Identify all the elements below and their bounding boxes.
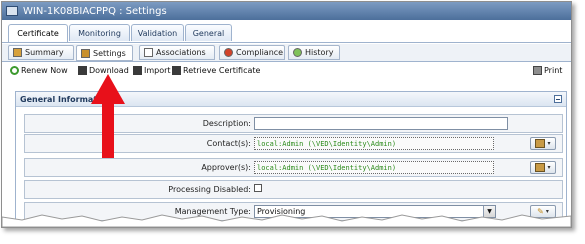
- history-icon: [293, 48, 302, 57]
- contacts-label: Contact(s):: [206, 139, 251, 148]
- tab-associations-label: Associations: [156, 48, 206, 57]
- import-icon: [133, 66, 142, 75]
- tab-general[interactable]: General: [185, 24, 232, 41]
- settings-icon: [81, 48, 90, 58]
- import-label: Import: [144, 66, 171, 75]
- approvers-row: Approver(s): local:Admin (\VED\Identity\…: [24, 158, 563, 177]
- tab-history[interactable]: History: [288, 45, 340, 60]
- window-icon: [6, 6, 18, 16]
- chevron-down-icon: ▾: [547, 164, 551, 171]
- compliance-icon: [224, 48, 233, 57]
- processing-disabled-checkbox[interactable]: [254, 184, 262, 192]
- processing-disabled-row: Processing Disabled:: [24, 180, 563, 199]
- tab-monitoring[interactable]: Monitoring: [69, 24, 130, 41]
- annotation-arrow-icon: [91, 74, 125, 158]
- download-icon: [78, 66, 87, 75]
- retrieve-certificate-button[interactable]: Retrieve Certificate: [172, 64, 260, 77]
- tab-certificate[interactable]: Certificate: [8, 24, 68, 42]
- import-button[interactable]: Import: [133, 64, 171, 77]
- tab-settings[interactable]: Settings: [76, 45, 133, 61]
- tab-summary[interactable]: Summary: [8, 45, 74, 60]
- associations-icon: [144, 48, 153, 57]
- description-label: Description:: [202, 119, 251, 128]
- print-button[interactable]: Print: [533, 64, 562, 77]
- user-picker-icon: [535, 163, 546, 172]
- contacts-picker-button[interactable]: ▾: [530, 137, 556, 150]
- printer-icon: [533, 66, 542, 75]
- renew-now-label: Renew Now: [21, 66, 68, 75]
- summary-icon: [13, 48, 22, 57]
- chevron-down-icon: ▾: [547, 140, 551, 147]
- refresh-icon: [10, 66, 19, 75]
- tab-summary-label: Summary: [25, 48, 64, 57]
- retrieve-certificate-icon: [172, 66, 181, 75]
- tab-associations[interactable]: Associations: [139, 45, 215, 60]
- tab-settings-label: Settings: [93, 48, 126, 58]
- user-picker-icon: [535, 139, 546, 148]
- secondary-tab-bar: Summary Settings Associations Compliance…: [2, 44, 571, 62]
- tab-history-label: History: [305, 48, 334, 57]
- window-title: WIN-1K08BIACPPQ : Settings: [23, 5, 167, 17]
- contacts-value[interactable]: local:Admin (\VED\Identity\Admin): [254, 137, 494, 150]
- collapse-icon[interactable]: [554, 95, 562, 103]
- retrieve-certificate-label: Retrieve Certificate: [183, 66, 261, 75]
- tab-validation[interactable]: Validation: [131, 24, 184, 41]
- description-input[interactable]: [254, 117, 508, 130]
- tab-compliance[interactable]: Compliance: [219, 45, 285, 60]
- primary-tab-bar: Certificate Monitoring Validation Genera…: [2, 24, 571, 43]
- approvers-value[interactable]: local:Admin (\VED\Identity\Admin): [254, 161, 494, 174]
- renew-now-button[interactable]: Renew Now: [10, 64, 68, 77]
- approvers-picker-button[interactable]: ▾: [530, 161, 556, 174]
- window-title-bar: WIN-1K08BIACPPQ : Settings: [2, 2, 571, 20]
- settings-window: WIN-1K08BIACPPQ : Settings Certificate M…: [1, 1, 572, 228]
- torn-edge: [2, 214, 571, 227]
- print-label: Print: [544, 66, 563, 75]
- toolbar: Renew Now Download Import Retrieve Certi…: [2, 63, 571, 78]
- processing-disabled-label: Processing Disabled:: [168, 185, 251, 194]
- tab-compliance-label: Compliance: [236, 48, 284, 57]
- approvers-label: Approver(s):: [201, 163, 251, 172]
